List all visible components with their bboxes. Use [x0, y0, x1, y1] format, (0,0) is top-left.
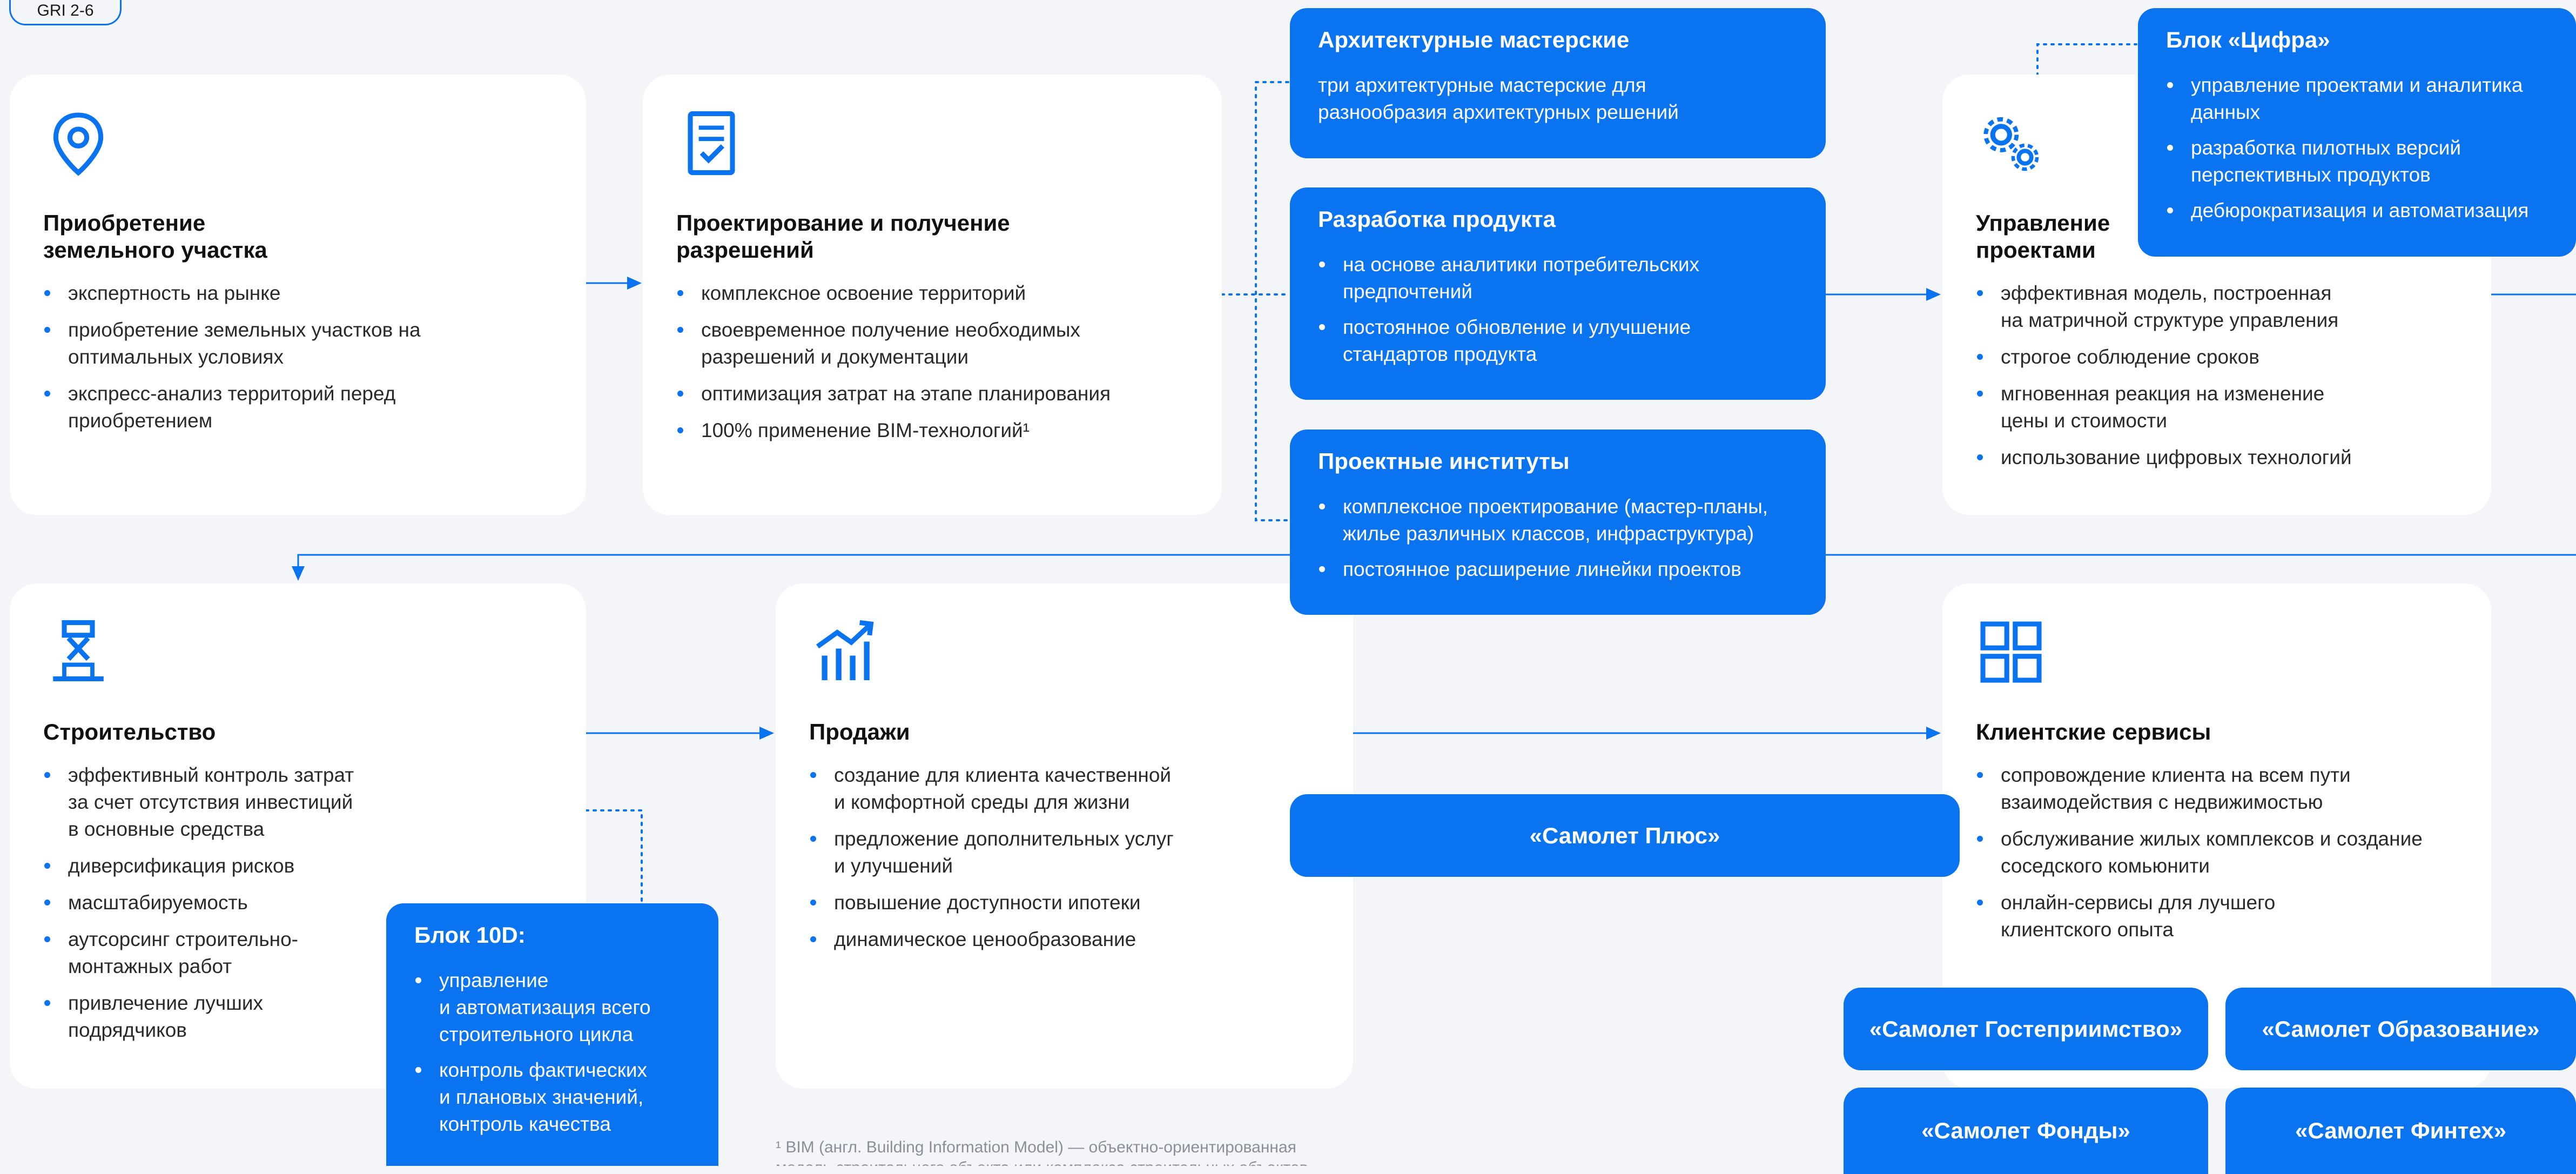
list-item: динамическое ценообразование	[809, 926, 1339, 953]
list-item: дебюрократизация и автоматизация	[2166, 197, 2571, 224]
list-item: постоянное расширение линейки проектов	[1318, 556, 1815, 583]
list-item: экспертность на рынке	[43, 280, 573, 307]
list-item: управление и автоматизация всего строите…	[414, 967, 711, 1048]
list-item: создание для клиента качественной и комф…	[809, 762, 1339, 816]
list-item: предложение дополнительных услуг и улучш…	[809, 826, 1339, 880]
box-title: Блок 10D:	[414, 922, 526, 948]
dotted-cifra-link	[2036, 43, 2137, 77]
list-item: приобретение земельных участков на оптим…	[43, 317, 573, 371]
list-item: обслуживание жилых комплексов и создание…	[1976, 826, 2489, 880]
dotted-10d-link	[585, 809, 643, 903]
footnote: ¹ BIM (англ. Building Information Model)…	[776, 1138, 1308, 1166]
list-item: диверсификация рисков	[43, 853, 421, 880]
list-item: эффективный контроль затрат за счет отсу…	[43, 762, 421, 843]
list-item: постоянное обновление и улучшение станда…	[1318, 314, 1815, 368]
list-item: комплексное освоение территорий	[676, 280, 1211, 307]
list-item: онлайн-сервисы для лучшего клиентского о…	[1976, 889, 2489, 943]
list-item: строгое соблюдение сроков	[1976, 344, 2484, 371]
location-pin-icon	[43, 108, 113, 178]
growth-chart-icon	[809, 617, 879, 687]
gears-icon	[1976, 108, 2046, 178]
list-item: разработка пилотных версий перспективных…	[2166, 135, 2571, 189]
crane-icon	[43, 617, 113, 687]
list-item: повышение доступности ипотеки	[809, 889, 1339, 916]
card-title: Проектирование и получение разрешений	[676, 210, 1010, 263]
list-item: 100% применение BIM-технологий¹	[676, 417, 1211, 444]
box-title: Разработка продукта	[1318, 206, 1556, 232]
card-title: Приобретение земельного участка	[43, 210, 267, 263]
gri-tag: GRI 2-6	[9, 0, 122, 25]
card-sales: Продажи создание для клиента качественно…	[776, 583, 1353, 1089]
box-bullets: управление проектами и аналитика данных …	[2166, 72, 2571, 233]
box-title: Архитектурные мастерские	[1318, 27, 1630, 52]
list-item: эффективная модель, построенная на матри…	[1976, 280, 2484, 334]
list-item: экспресс-анализ территорий перед приобре…	[43, 380, 573, 434]
box-title: Блок «Цифра»	[2166, 27, 2330, 52]
list-item: контроль фактических и плановых значений…	[414, 1057, 711, 1138]
box-architectural-workshops: Архитектурные мастерские три архитектурн…	[1290, 8, 1826, 158]
list-item: использование цифровых технологий	[1976, 444, 2484, 471]
list-item: аутсорсинг строительно- монтажных работ	[43, 926, 421, 980]
list-item: масштабируемость	[43, 889, 421, 916]
card-title: Управление проектами	[1976, 210, 2110, 263]
list-item: своевременное получение необходимых разр…	[676, 317, 1211, 371]
pill-samolet-plus: «Самолет Плюс»	[1290, 794, 1960, 877]
list-item: управление проектами и аналитика данных	[2166, 72, 2571, 126]
dotted-branch-spine	[1255, 81, 1289, 521]
list-item: оптимизация затрат на этапе планирования	[676, 380, 1211, 407]
box-product-development: Разработка продукта на основе аналитики …	[1290, 187, 1826, 400]
card-design-permits: Проектирование и получение разрешений ко…	[643, 75, 1222, 515]
list-item: на основе аналитики потребительских пред…	[1318, 251, 1815, 305]
pill-samolet-hospitality: «Самолет Гостеприимство»	[1844, 988, 2208, 1070]
box-bullets: комплексное проектирование (мастер-планы…	[1318, 493, 1815, 592]
box-10d-block: Блок 10D: управление и автоматизация все…	[386, 903, 718, 1166]
card-bullets: комплексное освоение территорий своеврем…	[676, 280, 1211, 454]
box-tsifra-block: Блок «Цифра» управление проектами и анал…	[2138, 8, 2576, 257]
card-bullets: эффективный контроль затрат за счет отсу…	[43, 762, 421, 1054]
document-check-icon	[676, 108, 746, 178]
card-land-acquisition: Приобретение земельного участка экспертн…	[10, 75, 586, 515]
box-title: Проектные институты	[1318, 448, 1570, 474]
card-bullets: создание для клиента качественной и комф…	[809, 762, 1339, 963]
card-bullets: сопровождение клиента на всем пути взаим…	[1976, 762, 2489, 953]
box-description: три архитектурные мастерские для разнооб…	[1318, 74, 1679, 123]
card-title: Продажи	[809, 719, 910, 744]
pill-samolet-funds: «Самолет Фонды»	[1844, 1088, 2208, 1174]
box-bullets: на основе аналитики потребительских пред…	[1318, 251, 1815, 377]
grid-icon	[1976, 617, 2046, 687]
pill-samolet-fintech: «Самолет Финтех»	[2225, 1088, 2576, 1174]
pill-samolet-education: «Самолет Образование»	[2225, 988, 2576, 1070]
card-bullets: эффективная модель, построенная на матри…	[1976, 280, 2484, 481]
box-design-institutes: Проектные институты комплексное проектир…	[1290, 430, 1826, 615]
box-bullets: управление и автоматизация всего строите…	[414, 967, 711, 1146]
list-item: мгновенная реакция на изменение цены и с…	[1976, 380, 2484, 434]
list-item: сопровождение клиента на всем пути взаим…	[1976, 762, 2489, 816]
card-bullets: экспертность на рынке приобретение земел…	[43, 280, 573, 444]
list-item: привлечение лучших подрядчиков	[43, 990, 421, 1044]
card-title: Клиентские сервисы	[1976, 719, 2211, 744]
list-item: комплексное проектирование (мастер-планы…	[1318, 493, 1815, 547]
card-title: Строительство	[43, 719, 216, 744]
